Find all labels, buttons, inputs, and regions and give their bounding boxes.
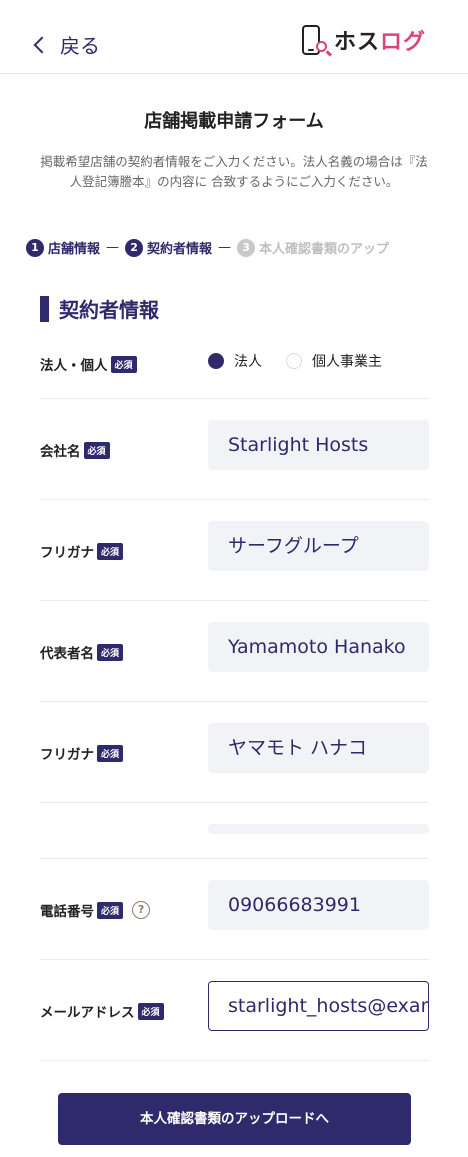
field-label: 法人・個人 必須 [40,354,137,374]
page-description: 掲載希望店舗の契約者情報をご入力ください。法人名義の場合は『法人登記簿謄本』の内… [40,154,428,189]
field-label-text: メールアドレス [40,1005,135,1021]
row-phone: 電話番号 必須 ? 09066683991 [40,858,429,960]
entity-type-radio-group: 法人 個人事業主 [208,351,396,371]
row-email: メールアドレス 必須 starlight_hosts@example.com [40,959,429,1061]
phone-search-icon [302,25,327,55]
step-separator: — [218,240,232,255]
chevron-left-icon [33,36,51,53]
required-badge: 必須 [97,643,124,661]
field-label: 代表者名 必須 [40,642,124,662]
step-label: 本人確認書類のアップ [259,242,390,257]
row-hidden-field [40,802,429,859]
logo-text-a: ホス [334,30,381,55]
company-name-input[interactable]: Starlight Hosts [208,420,429,470]
back-label: 戻る [60,34,100,58]
section-accent-bar [40,295,49,322]
radio-label: 個人事業主 [312,354,382,370]
required-badge: 必須 [97,542,124,560]
progress-steps: 1 店舗情報 — 2 契約者情報 — 3 本人確認書類のアップ [26,238,389,257]
field-label-text: フリガナ [40,545,94,561]
step-label: 店舗情報 [48,242,101,257]
field-label-text: 法人・個人 [40,358,108,374]
row-entity-type: 法人・個人 必須 法人 個人事業主 [40,340,429,399]
field-label-text: 代表者名 [40,646,94,662]
field-label: メールアドレス 必須 [40,1001,164,1021]
field-label: フリガナ 必須 [40,541,124,561]
step-number: 2 [125,238,144,257]
field-label-text: 電話番号 [40,904,94,920]
help-icon[interactable]: ? [132,901,151,919]
radio-unselected-icon[interactable] [286,353,302,369]
phone-input[interactable]: 09066683991 [208,880,429,930]
required-badge: 必須 [97,901,124,919]
section-title: 契約者情報 [59,298,159,322]
step-id-upload: 3 本人確認書類のアップ [237,238,389,257]
field-label: 会社名 必須 [40,440,110,460]
row-company-name: 会社名 必須 Starlight Hosts [40,398,429,500]
representative-name-input[interactable]: Yamamoto Hanako [208,622,429,672]
radio-option-corporation[interactable]: 法人 [208,351,262,371]
step-label: 契約者情報 [147,242,213,257]
section-heading: 契約者情報 [40,294,159,323]
radio-option-sole-proprietor[interactable]: 個人事業主 [286,351,382,371]
field-label-text: 会社名 [40,444,81,460]
page-title: 店舗掲載申請フォーム [144,111,324,132]
field-label: 電話番号 必須 ? [40,900,151,920]
email-input[interactable]: starlight_hosts@example.com [208,981,429,1031]
step-number: 3 [237,238,256,257]
step-store-info: 1 店舗情報 [26,238,100,257]
step-separator: — [106,240,120,255]
step-contractor-info: 2 契約者情報 [125,238,212,257]
logo-text-b: ログ [380,30,427,55]
app-header: 戻る ホス ログ [0,0,468,74]
step-number: 1 [26,238,44,257]
hoslog-logo: ホス ログ [302,24,426,56]
row-company-kana: フリガナ 必須 サーフグループ [40,499,429,601]
radio-label: 法人 [234,354,262,370]
back-button[interactable]: 戻る [33,30,100,59]
radio-selected-icon[interactable] [208,353,224,369]
upload-id-documents-button[interactable]: 本人確認書類のアップロードへ [58,1093,411,1145]
required-badge: 必須 [83,441,110,459]
row-representative-name: 代表者名 必須 Yamamoto Hanako [40,600,429,702]
field-label: フリガナ 必須 [40,743,124,763]
company-kana-input[interactable]: サーフグループ [208,521,429,571]
row-representative-kana: フリガナ 必須 ヤマモト ハナコ [40,701,429,803]
representative-kana-input[interactable]: ヤマモト ハナコ [208,723,429,773]
required-badge: 必須 [137,1002,164,1020]
field-label-text: フリガナ [40,747,94,763]
required-badge: 必須 [110,355,137,373]
required-badge: 必須 [97,744,124,762]
hidden-field-input[interactable] [208,824,429,834]
